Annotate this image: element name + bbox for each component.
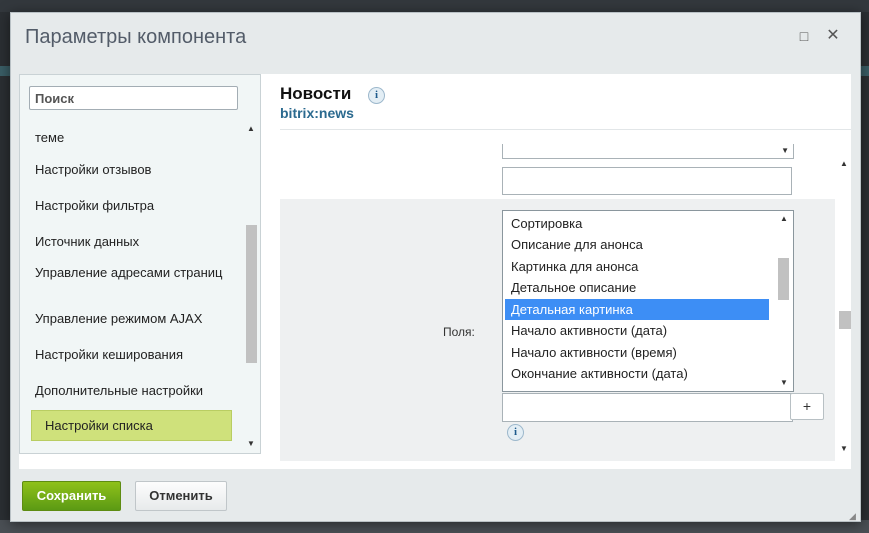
info-icon[interactable]: i [368,87,385,104]
dialog-title-bar[interactable]: Параметры компонента □ ✕ [11,13,860,61]
component-parameters-dialog: Параметры компонента □ ✕ теме Настройки … [10,12,861,522]
list-item[interactable]: Картинка для анонса [505,256,769,277]
sidebar-item-caching[interactable]: Настройки кеширования [35,346,240,363]
resize-grip-icon[interactable]: ◢ [849,511,856,522]
cancel-button[interactable]: Отменить [135,481,227,511]
chevron-down-icon: ▼ [781,146,789,155]
sidebar-item-label: Дополнительные настройки [35,383,204,398]
search-input[interactable] [29,86,238,110]
list-item[interactable]: Сортировка [505,213,769,234]
add-field-input[interactable] [502,393,793,422]
sidebar-item-label: Настройки списка [45,418,153,433]
sidebar-item-label: Настройки кеширования [35,347,184,362]
sidebar-item-list-settings[interactable]: Настройки списка [31,410,232,441]
parameters-form: ▼ Поля: Сортировка Описание для анонса К… [280,144,835,461]
fields-scrollbar[interactable]: ▲ ▼ [775,211,792,391]
scroll-up-icon[interactable]: ▲ [840,159,848,168]
dialog-content: теме Настройки отзывов Настройки фильтра… [19,74,851,469]
parameters-scrollbar[interactable]: ▲ ▼ [837,159,851,461]
fields-row: Поля: Сортировка Описание для анонса Кар… [280,199,835,461]
list-item[interactable]: Описание для анонса [505,234,769,255]
sidebar-item-label: Управление адресами страниц [35,265,223,280]
background-page-top [0,0,869,12]
divider [280,129,851,130]
fields-multiselect[interactable]: Сортировка Описание для анонса Картинка … [502,210,794,392]
sections-panel: теме Настройки отзывов Настройки фильтра… [19,74,261,454]
sections-scrollbar[interactable]: ▲ ▼ [245,121,257,451]
save-button[interactable]: Сохранить [22,481,121,511]
scroll-thumb[interactable] [246,225,257,363]
sections-list: теме Настройки отзывов Настройки фильтра… [20,121,245,453]
list-item[interactable]: Окончание активности (дата) [505,363,769,384]
fields-label: Поля: [443,325,475,339]
list-item[interactable]: Начало активности (дата) [505,320,769,341]
sidebar-item-additional[interactable]: Дополнительные настройки [35,382,240,399]
sidebar-item-label: Настройки фильтра [35,198,155,213]
parameters-panel: Новости i bitrix:news ▼ Поля: Сортировка… [280,74,851,469]
component-code: bitrix:news [280,105,354,121]
scroll-down-icon[interactable]: ▼ [780,378,788,387]
previous-parameter-row: ▼ [280,144,835,199]
sidebar-item-reviews[interactable]: Настройки отзывов [35,161,240,178]
scroll-thumb[interactable] [778,258,789,300]
sidebar-item-filter[interactable]: Настройки фильтра [35,197,240,214]
sidebar-item-label: теме [35,130,65,145]
previous-select[interactable]: ▼ [502,144,794,159]
component-title: Новости [280,84,352,103]
sidebar-item-page-urls[interactable]: Управление адресами страниц [35,264,240,281]
scroll-down-icon[interactable]: ▼ [247,439,255,448]
scroll-up-icon[interactable]: ▲ [780,214,788,223]
list-item-selected[interactable]: Детальная картинка [505,299,769,320]
sidebar-item-theme[interactable]: теме [35,129,240,146]
sidebar-item-data-source[interactable]: Источник данных [35,233,240,250]
list-item[interactable]: Детальное описание [505,277,769,298]
dialog-footer: Сохранить Отменить [11,469,860,521]
sidebar-item-label: Источник данных [35,234,140,249]
scroll-down-icon[interactable]: ▼ [840,444,848,453]
dialog-title: Параметры компонента [25,26,247,48]
previous-input[interactable] [502,167,792,195]
close-icon[interactable]: ✕ [824,27,842,45]
sidebar-item-label: Управление режимом AJAX [35,311,203,326]
maximize-icon[interactable]: □ [795,27,813,45]
list-item[interactable]: Начало активности (время) [505,342,769,363]
sidebar-item-ajax[interactable]: Управление режимом AJAX [35,310,240,327]
add-field-button[interactable]: + [790,393,824,420]
sidebar-item-label: Настройки отзывов [35,162,152,177]
info-icon[interactable]: i [507,424,524,441]
scroll-up-icon[interactable]: ▲ [247,124,255,133]
scroll-thumb[interactable] [839,311,851,329]
